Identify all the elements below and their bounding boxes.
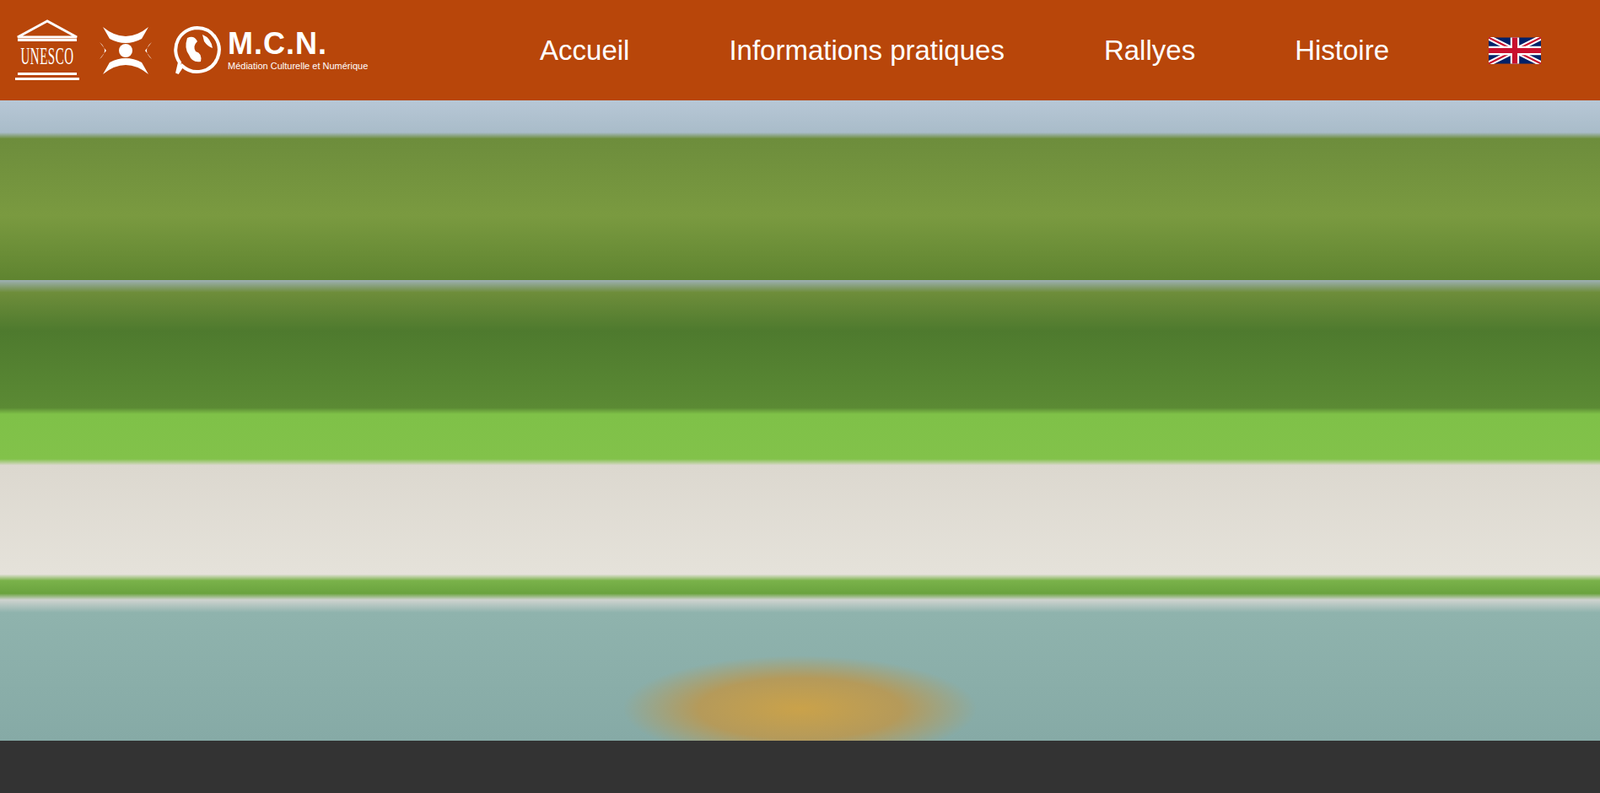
mcn-title: M.C.N.: [227, 28, 368, 60]
mcn-logo[interactable]: M.C.N.Médiation Culturelle et Numérique: [172, 24, 368, 77]
site-header: UNESCO M.C.N.Médiation Culturelle et Numé…: [0, 0, 1600, 101]
nav-link[interactable]: Histoire: [1294, 31, 1390, 71]
unesco-logo-icon[interactable]: UNESCO: [15, 18, 80, 83]
nav-link[interactable]: Accueil: [539, 31, 630, 71]
footer-band: [0, 740, 1600, 793]
mcn-globe-icon: [172, 24, 223, 77]
hero-image: [0, 100, 1600, 741]
logo-group: UNESCO M.C.N.Médiation Culturelle et Numé…: [0, 18, 368, 83]
main-nav: Accueil Informations pratiques Rallyes Hist…: [539, 31, 1600, 71]
nav-link[interactable]: Rallyes: [1104, 31, 1196, 71]
mcn-wordmark: M.C.N.Médiation Culturelle et Numérique: [227, 28, 368, 72]
mcn-subtitle: Médiation Culturelle et Numérique: [227, 60, 368, 72]
nav-link[interactable]: Informations pratiques: [728, 31, 1005, 71]
emblem-icon[interactable]: [97, 23, 154, 78]
uk-flag-icon[interactable]: [1488, 37, 1541, 65]
unesco-label: UNESCO: [21, 42, 75, 69]
